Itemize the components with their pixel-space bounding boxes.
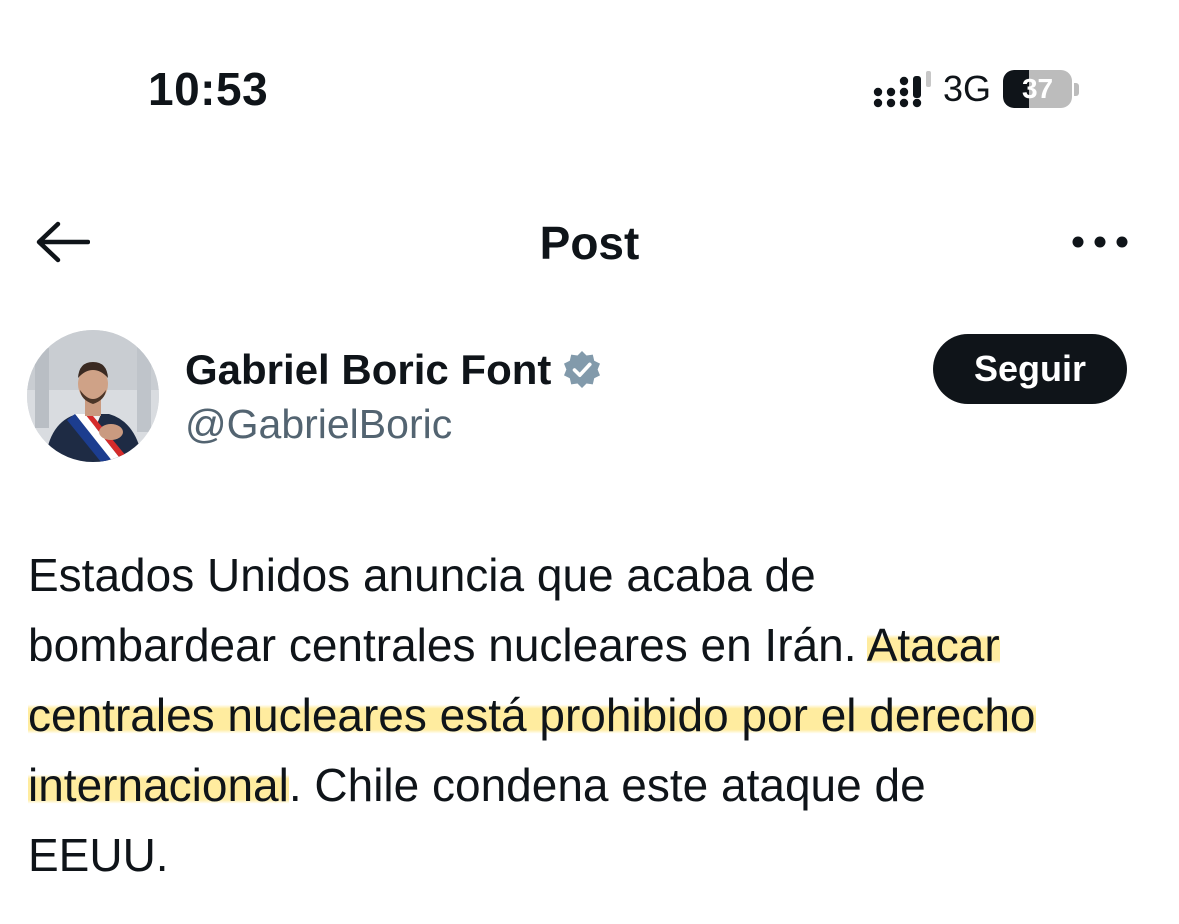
verified-badge-icon[interactable]	[561, 349, 603, 391]
network-type: 3G	[942, 68, 991, 109]
post-text-line: internacional. Chile condena este ataque…	[28, 750, 1158, 820]
page-title: Post	[539, 217, 640, 269]
more-options-button[interactable]	[1065, 222, 1135, 266]
post-text-segment: . Chile condena este ataque de	[288, 759, 926, 811]
post-text-segment: bombardear centrales nucleares en Irán.	[28, 619, 867, 671]
post-text-segment: Estados Unidos anuncia que acaba de	[28, 549, 816, 601]
highlighted-text: internacional	[28, 759, 289, 811]
post-text: Estados Unidos anuncia que acaba de bomb…	[28, 540, 1158, 890]
author-handle[interactable]: @GabrielBoric	[185, 398, 452, 450]
post-text-line: Estados Unidos anuncia que acaba de	[28, 540, 1158, 610]
battery-icon: 37	[1003, 69, 1079, 109]
more-horizontal-icon	[1071, 235, 1129, 254]
post-text-segment: EEUU.	[28, 829, 169, 881]
cellular-signal-icon	[873, 69, 931, 109]
highlighted-text: Atacar	[866, 619, 1000, 671]
highlighted-text: centrales nucleares está prohibido por e…	[28, 689, 1036, 741]
avatar[interactable]	[27, 330, 159, 462]
status-indicators: 3G 37	[873, 64, 1079, 114]
post-text-line: centrales nucleares está prohibido por e…	[28, 680, 1158, 750]
status-time: 10:53	[148, 63, 269, 115]
author-name[interactable]: Gabriel Boric Font	[185, 344, 551, 396]
post-text-line: EEUU.	[28, 820, 1158, 890]
battery-level: 37	[1021, 73, 1054, 104]
post-text-line: bombardear centrales nucleares en Irán. …	[28, 610, 1158, 680]
follow-button[interactable]: Seguir	[933, 334, 1127, 404]
author-name-row: Gabriel Boric Font	[185, 344, 603, 396]
